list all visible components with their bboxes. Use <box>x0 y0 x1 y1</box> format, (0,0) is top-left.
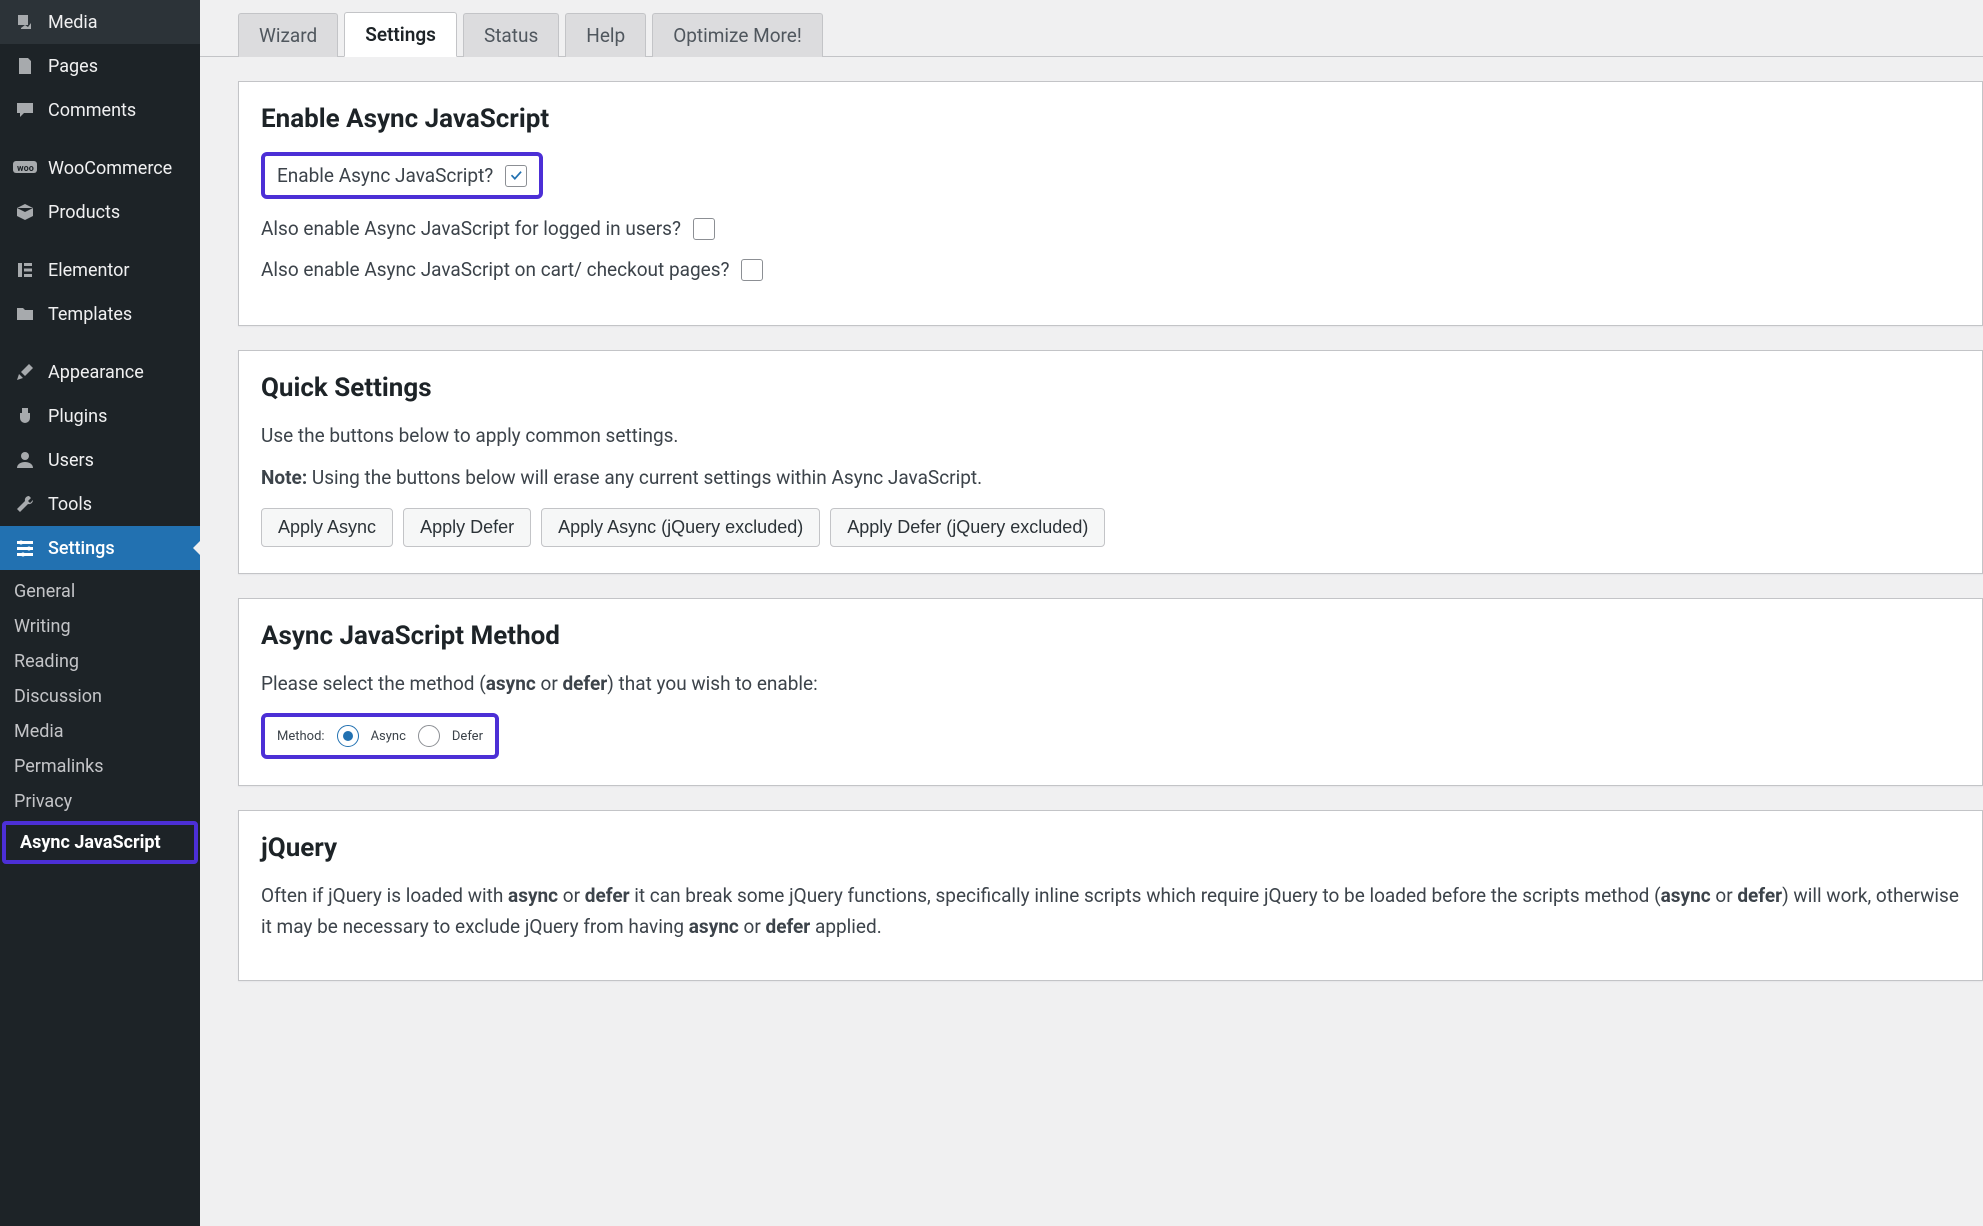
method-defer-label: Defer <box>452 729 483 744</box>
sidebar-item-label: Media <box>48 12 98 33</box>
logged-in-label: Also enable Async JavaScript for logged … <box>261 217 681 240</box>
page-icon <box>12 53 38 79</box>
submenu-permalinks[interactable]: Permalinks <box>0 749 200 784</box>
submenu-privacy[interactable]: Privacy <box>0 784 200 819</box>
main-content: Wizard Settings Status Help Optimize Mor… <box>200 0 1983 1226</box>
method-label: Method: <box>277 729 325 744</box>
sidebar-item-tools[interactable]: Tools <box>0 482 200 526</box>
sidebar-item-label: Elementor <box>48 260 130 281</box>
method-async-label: Async <box>371 729 406 744</box>
sidebar-item-label: Plugins <box>48 406 107 427</box>
sidebar-item-templates[interactable]: Templates <box>0 292 200 336</box>
sidebar-item-label: Templates <box>48 304 132 325</box>
sidebar-item-woocommerce[interactable]: woo WooCommerce <box>0 146 200 190</box>
folder-icon <box>12 301 38 327</box>
method-defer-radio[interactable] <box>418 725 440 747</box>
tab-status[interactable]: Status <box>463 13 559 57</box>
apply-defer-jquery-excluded-button[interactable]: Apply Defer (jQuery excluded) <box>830 508 1105 547</box>
submenu-general[interactable]: General <box>0 574 200 609</box>
user-icon <box>12 447 38 473</box>
panel-title: jQuery <box>261 833 1960 863</box>
highlight-method-radio: Method: Async Defer <box>261 713 499 759</box>
wrench-icon <box>12 491 38 517</box>
elementor-icon <box>12 257 38 283</box>
logged-in-checkbox[interactable] <box>693 218 715 240</box>
panel-title: Async JavaScript Method <box>261 621 1960 651</box>
tab-help[interactable]: Help <box>565 13 646 57</box>
cart-checkout-label: Also enable Async JavaScript on cart/ ch… <box>261 258 729 281</box>
media-icon <box>12 9 38 35</box>
sidebar-item-users[interactable]: Users <box>0 438 200 482</box>
settings-submenu: General Writing Reading Discussion Media… <box>0 570 200 876</box>
panel-quick-settings: Quick Settings Use the buttons below to … <box>238 350 1983 574</box>
jquery-desc: Often if jQuery is loaded with async or … <box>261 881 1960 942</box>
slider-icon <box>12 535 38 561</box>
sidebar-item-plugins[interactable]: Plugins <box>0 394 200 438</box>
sidebar-item-label: Settings <box>48 538 115 559</box>
sidebar-item-products[interactable]: Products <box>0 190 200 234</box>
sidebar-item-elementor[interactable]: Elementor <box>0 248 200 292</box>
enable-async-label: Enable Async JavaScript? <box>277 164 493 187</box>
highlight-async-js-submenu: Async JavaScript <box>2 821 198 864</box>
plug-icon <box>12 403 38 429</box>
sidebar-item-label: Users <box>48 450 94 471</box>
tab-optimize-more[interactable]: Optimize More! <box>652 13 823 57</box>
sidebar-item-label: Comments <box>48 100 136 121</box>
sidebar-item-media[interactable]: Media <box>0 0 200 44</box>
panel-title: Enable Async JavaScript <box>261 104 1960 134</box>
submenu-discussion[interactable]: Discussion <box>0 679 200 714</box>
comment-icon <box>12 97 38 123</box>
panel-enable-async: Enable Async JavaScript Enable Async Jav… <box>238 81 1983 326</box>
apply-async-jquery-excluded-button[interactable]: Apply Async (jQuery excluded) <box>541 508 820 547</box>
apply-defer-button[interactable]: Apply Defer <box>403 508 531 547</box>
apply-async-button[interactable]: Apply Async <box>261 508 393 547</box>
sidebar-item-label: WooCommerce <box>48 158 172 179</box>
quick-settings-desc: Use the buttons below to apply common se… <box>261 421 1960 451</box>
panel-jquery: jQuery Often if jQuery is loaded with as… <box>238 810 1983 981</box>
cube-icon <box>12 199 38 225</box>
submenu-reading[interactable]: Reading <box>0 644 200 679</box>
cart-checkout-checkbox[interactable] <box>741 259 763 281</box>
sidebar-item-pages[interactable]: Pages <box>0 44 200 88</box>
sidebar-item-label: Pages <box>48 56 98 77</box>
brush-icon <box>12 359 38 385</box>
method-async-radio[interactable] <box>337 725 359 747</box>
admin-sidebar: Media Pages Comments woo WooCommerce Pro… <box>0 0 200 1226</box>
tab-bar: Wizard Settings Status Help Optimize Mor… <box>200 0 1983 57</box>
sidebar-item-appearance[interactable]: Appearance <box>0 350 200 394</box>
submenu-media[interactable]: Media <box>0 714 200 749</box>
panel-title: Quick Settings <box>261 373 1960 403</box>
woo-icon: woo <box>12 155 38 181</box>
enable-async-checkbox[interactable] <box>505 165 527 187</box>
submenu-async-javascript[interactable]: Async JavaScript <box>6 825 194 860</box>
sidebar-item-settings[interactable]: Settings <box>0 526 200 570</box>
quick-settings-note: Note: Using the buttons below will erase… <box>261 463 1960 493</box>
sidebar-item-label: Products <box>48 202 120 223</box>
method-desc: Please select the method (async or defer… <box>261 669 1960 699</box>
submenu-writing[interactable]: Writing <box>0 609 200 644</box>
quick-settings-buttons: Apply Async Apply Defer Apply Async (jQu… <box>261 508 1960 547</box>
sidebar-item-comments[interactable]: Comments <box>0 88 200 132</box>
panel-async-method: Async JavaScript Method Please select th… <box>238 598 1983 786</box>
tab-settings[interactable]: Settings <box>344 12 457 57</box>
svg-text:woo: woo <box>17 164 34 174</box>
highlight-enable-checkbox: Enable Async JavaScript? <box>261 152 543 199</box>
sidebar-item-label: Tools <box>48 494 92 515</box>
sidebar-item-label: Appearance <box>48 362 144 383</box>
tab-wizard[interactable]: Wizard <box>238 13 338 57</box>
